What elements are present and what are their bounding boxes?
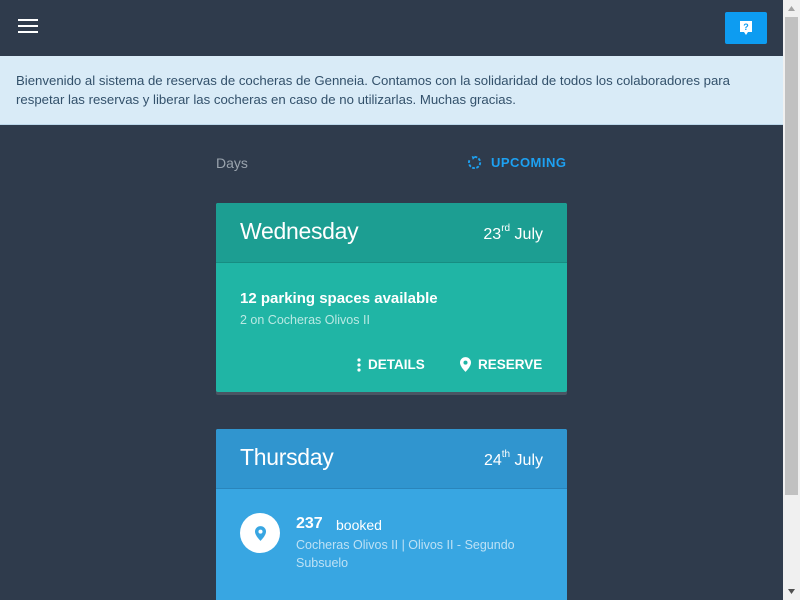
scroll-down-arrow-icon[interactable] — [783, 583, 800, 600]
day-card-header: Wednesday 23rd July — [216, 203, 567, 263]
day-card-wednesday: Wednesday 23rd July 12 parking spaces av… — [216, 203, 567, 392]
top-app-bar: ? — [0, 0, 783, 56]
booked-label: booked — [336, 517, 382, 533]
scroll-up-arrow-icon[interactable] — [783, 0, 800, 17]
day-date: 24th July — [483, 449, 543, 469]
refresh-icon — [468, 155, 482, 170]
day-name: Wednesday — [240, 218, 359, 244]
scrollbar-thumb[interactable] — [785, 17, 798, 495]
welcome-text: Bienvenido al sistema de reservas de coc… — [16, 73, 731, 107]
day-card-thursday: Thursday 24th July 237 booked Cocheras O… — [216, 429, 567, 600]
svg-text:?: ? — [743, 22, 749, 32]
details-button[interactable]: DETAILS — [357, 357, 425, 372]
reserve-button[interactable]: RESERVE — [460, 357, 542, 372]
hamburger-menu-icon[interactable] — [18, 19, 38, 35]
reserve-label: RESERVE — [478, 357, 543, 372]
vertical-scrollbar[interactable] — [783, 0, 800, 600]
day-date: 23rd July — [483, 223, 543, 243]
day-name: Thursday — [240, 444, 334, 470]
details-label: DETAILS — [368, 357, 425, 372]
more-vert-icon — [357, 357, 361, 372]
help-question-icon: ? — [740, 21, 752, 35]
location-pin-icon — [460, 357, 471, 372]
location-pin-icon — [254, 525, 266, 541]
help-button[interactable]: ? — [725, 12, 767, 44]
upcoming-filter-button[interactable]: UPCOMING — [467, 155, 567, 170]
welcome-banner: Bienvenido al sistema de reservas de coc… — [0, 56, 783, 125]
days-heading: Days — [216, 155, 248, 171]
booking-location-avatar — [240, 513, 280, 553]
day-card-header: Thursday 24th July — [216, 429, 567, 489]
available-spaces-title: 12 parking spaces available — [240, 290, 438, 307]
upcoming-label: UPCOMING — [491, 155, 567, 170]
booked-count: 237 — [296, 515, 323, 532]
booked-location: Cocheras Olivos II | Olivos II - Segundo… — [296, 538, 515, 570]
available-spaces-subtitle: 2 on Cocheras Olivos II — [240, 313, 370, 327]
